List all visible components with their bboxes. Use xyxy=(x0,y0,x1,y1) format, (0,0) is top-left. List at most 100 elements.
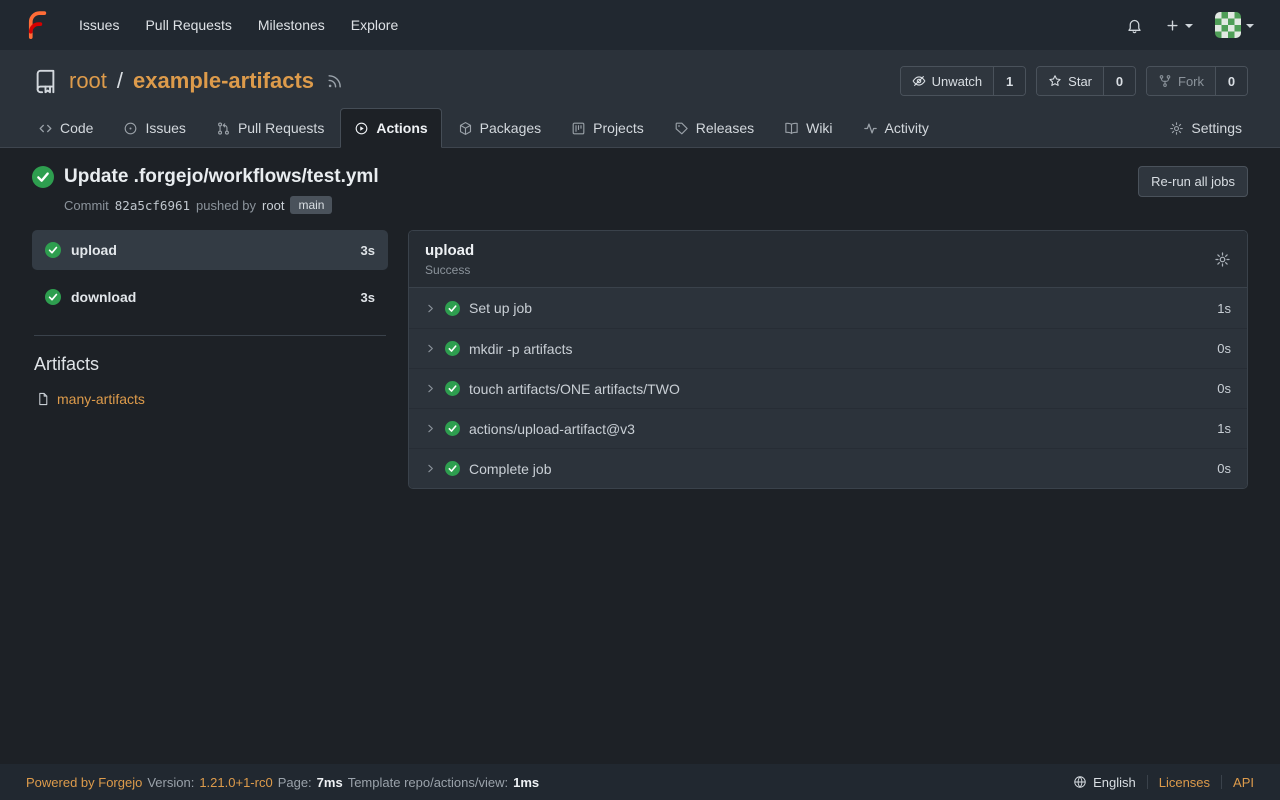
forks-count[interactable]: 0 xyxy=(1215,67,1247,95)
git-fork-icon xyxy=(1158,74,1172,88)
step-name: actions/upload-artifact@v3 xyxy=(469,421,635,437)
nav-pull-requests[interactable]: Pull Requests xyxy=(132,8,244,42)
repo-tabs: Code Issues Pull Requests Actions xyxy=(0,108,1280,148)
pusher-link[interactable]: root xyxy=(262,198,284,213)
tab-pull-requests[interactable]: Pull Requests xyxy=(202,108,338,148)
notifications-button[interactable] xyxy=(1120,12,1149,39)
tab-wiki[interactable]: Wiki xyxy=(770,108,846,148)
fork-label: Fork xyxy=(1178,74,1204,89)
step-name: touch artifacts/ONE artifacts/TWO xyxy=(469,381,680,397)
step-touch-artifacts[interactable]: touch artifacts/ONE artifacts/TWO 0s xyxy=(409,368,1247,408)
job-item-download[interactable]: download 3s xyxy=(32,277,388,317)
book-open-icon xyxy=(784,121,799,136)
create-new-button[interactable] xyxy=(1159,13,1199,38)
user-avatar xyxy=(1215,12,1241,38)
chevron-right-icon xyxy=(425,463,436,474)
language-selector[interactable]: English xyxy=(1073,775,1136,790)
commit-label: Commit xyxy=(64,198,109,213)
detail-job-name: upload xyxy=(425,242,474,259)
unwatch-button[interactable]: Unwatch xyxy=(901,67,994,95)
chevron-right-icon xyxy=(425,423,436,434)
step-success-icon xyxy=(445,461,460,476)
rss-feed-icon[interactable] xyxy=(326,73,343,90)
tab-actions[interactable]: Actions xyxy=(340,108,441,148)
commit-sha-link[interactable]: 82a5cf6961 xyxy=(115,198,190,213)
watchers-count[interactable]: 1 xyxy=(993,67,1025,95)
eye-slash-icon xyxy=(912,74,926,88)
pulse-icon xyxy=(863,121,878,136)
tab-label: Issues xyxy=(145,120,185,136)
step-duration: 0s xyxy=(1217,381,1231,396)
play-circle-icon xyxy=(354,121,369,136)
forgejo-logo-icon xyxy=(22,10,52,40)
step-upload-artifact-action[interactable]: actions/upload-artifact@v3 1s xyxy=(409,408,1247,448)
nav-milestones[interactable]: Milestones xyxy=(245,8,338,42)
plus-icon xyxy=(1165,18,1180,33)
star-button-group: Star 0 xyxy=(1036,66,1136,96)
version-label: Version: xyxy=(147,775,194,790)
step-name: Set up job xyxy=(469,300,532,316)
job-options-gear-icon[interactable] xyxy=(1214,251,1231,268)
user-menu-button[interactable] xyxy=(1209,7,1260,43)
project-board-icon xyxy=(571,121,586,136)
powered-by-link[interactable]: Powered by Forgejo xyxy=(26,775,142,790)
artifact-download-link[interactable]: many-artifacts xyxy=(57,391,145,407)
job-detail-panel: upload Success Set up job 1s xyxy=(408,230,1248,489)
navbar-right xyxy=(1120,7,1270,43)
repo-icon xyxy=(32,68,59,95)
tab-settings[interactable]: Settings xyxy=(1155,108,1256,148)
api-link[interactable]: API xyxy=(1233,775,1254,790)
step-success-icon xyxy=(445,381,460,396)
step-name: mkdir -p artifacts xyxy=(469,341,572,357)
tab-packages[interactable]: Packages xyxy=(444,108,555,148)
branch-badge[interactable]: main xyxy=(290,196,332,214)
job-duration: 3s xyxy=(361,290,375,305)
fork-button-group: Fork 0 xyxy=(1146,66,1248,96)
rerun-all-jobs-button[interactable]: Re-run all jobs xyxy=(1138,166,1248,197)
step-setup-job[interactable]: Set up job 1s xyxy=(409,288,1247,328)
tab-issues[interactable]: Issues xyxy=(109,108,199,148)
tab-activity[interactable]: Activity xyxy=(849,108,943,148)
job-name: download xyxy=(71,289,136,305)
job-duration: 3s xyxy=(361,243,375,258)
tab-label: Code xyxy=(60,120,93,136)
tab-label: Settings xyxy=(1191,120,1242,136)
job-name: upload xyxy=(71,242,117,258)
stars-count[interactable]: 0 xyxy=(1103,67,1135,95)
forgejo-logo[interactable] xyxy=(10,10,66,40)
page-time-value: 7ms xyxy=(317,775,343,790)
template-time-label: Template repo/actions/view: xyxy=(348,775,508,790)
pushed-by-label: pushed by xyxy=(196,198,256,213)
step-list: Set up job 1s mkdir -p artifacts 0s xyxy=(409,288,1247,488)
repo-header: root / example-artifacts Unwatch 1 xyxy=(0,50,1280,148)
tab-projects[interactable]: Projects xyxy=(557,108,658,148)
tab-label: Activity xyxy=(885,120,929,136)
job-item-upload[interactable]: upload 3s xyxy=(32,230,388,270)
licenses-link[interactable]: Licenses xyxy=(1159,775,1210,790)
nav-issues[interactable]: Issues xyxy=(66,8,132,42)
version-link[interactable]: 1.21.0+1-rc0 xyxy=(199,775,272,790)
package-icon xyxy=(458,121,473,136)
nav-explore[interactable]: Explore xyxy=(338,8,411,42)
tab-releases[interactable]: Releases xyxy=(660,108,768,148)
repo-owner-link[interactable]: root xyxy=(69,68,107,94)
chevron-right-icon xyxy=(425,303,436,314)
tab-label: Projects xyxy=(593,120,644,136)
step-success-icon xyxy=(445,421,460,436)
star-button[interactable]: Star xyxy=(1037,67,1103,95)
divider xyxy=(34,335,386,336)
repo-name-link[interactable]: example-artifacts xyxy=(133,68,314,94)
tab-code[interactable]: Code xyxy=(24,108,107,148)
fork-button[interactable]: Fork xyxy=(1147,67,1215,95)
job-list: upload 3s download 3s Artifacts many-art… xyxy=(32,230,388,407)
star-icon xyxy=(1048,74,1062,88)
divider xyxy=(1221,775,1222,789)
circle-dot-icon xyxy=(123,121,138,136)
step-complete-job[interactable]: Complete job 0s xyxy=(409,448,1247,488)
chevron-down-icon xyxy=(1185,24,1193,28)
step-mkdir[interactable]: mkdir -p artifacts 0s xyxy=(409,328,1247,368)
repo-separator: / xyxy=(117,68,123,94)
run-title: Update .forgejo/workflows/test.yml xyxy=(64,166,379,188)
step-duration: 0s xyxy=(1217,341,1231,356)
artifact-item: many-artifacts xyxy=(32,391,388,407)
